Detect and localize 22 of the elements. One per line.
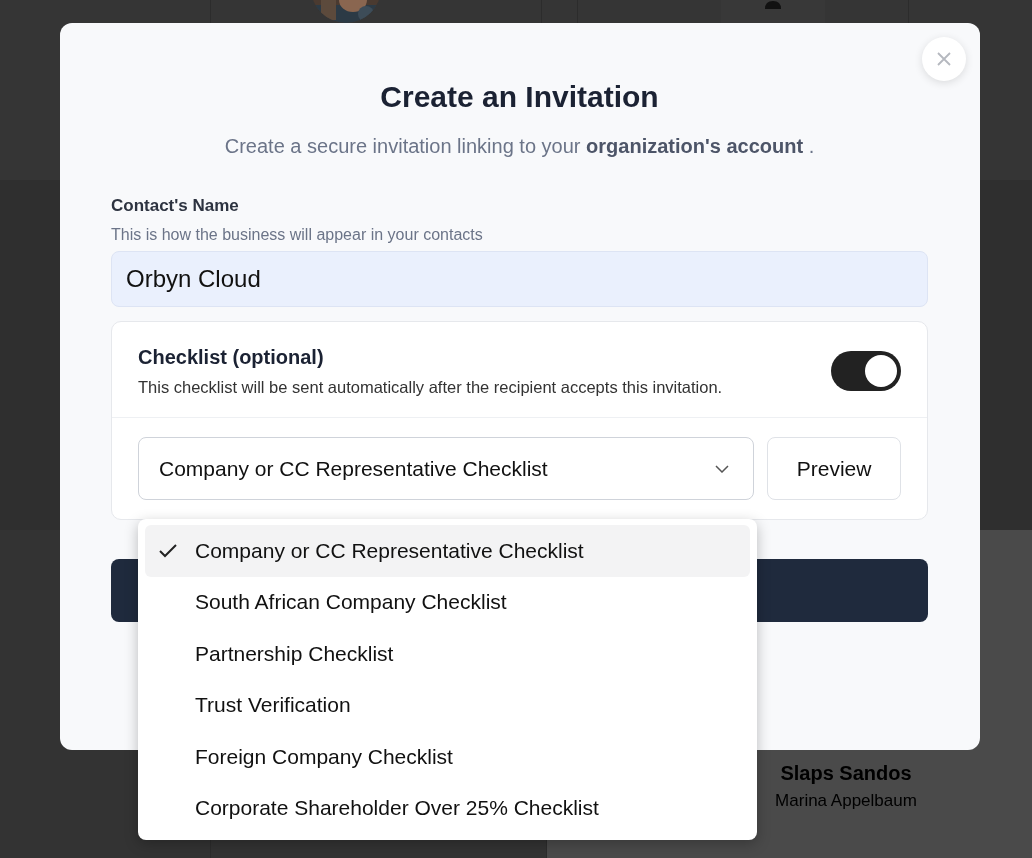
field-hint: This is how the business will appear in your contacts <box>111 225 483 245</box>
checklist-dropdown[interactable]: Company or CC Representative Checklist <box>138 437 755 500</box>
dropdown-option[interactable]: Trust Verification <box>145 679 750 731</box>
close-icon <box>936 51 952 67</box>
preview-button[interactable]: Preview <box>767 437 901 500</box>
chevron-down-icon <box>715 464 730 473</box>
dialog-subtitle: Create a secure invitation linking to your organization's account . <box>223 134 816 159</box>
field-label: Contact's Name <box>111 195 239 217</box>
dropdown-option[interactable]: South African Company Checklist <box>145 576 750 628</box>
check-icon <box>158 542 178 559</box>
person-icon <box>763 0 783 9</box>
checklist-title: Checklist (optional) <box>138 345 324 370</box>
contact-name: Slaps Sandos <box>780 762 912 785</box>
dialog-title: Create an Invitation <box>379 79 660 115</box>
toggle-switch[interactable] <box>831 350 901 391</box>
contact-subtitle: Marina Appelbaum <box>775 791 917 811</box>
dropdown-option[interactable]: Corporate Shareholder Over 25% Checklist <box>145 782 750 834</box>
dropdown-option[interactable]: Foreign Company Checklist <box>145 731 750 783</box>
contact-name-field[interactable]: Orbyn Cloud <box>111 251 928 307</box>
checklist-description: This checklist will be sent automatically after the recipient accepts this invitation. <box>138 377 723 397</box>
dropdown-option[interactable]: Partnership Checklist <box>145 628 750 680</box>
dropdown-option[interactable]: Company or CC Representative Checklist <box>145 525 750 577</box>
